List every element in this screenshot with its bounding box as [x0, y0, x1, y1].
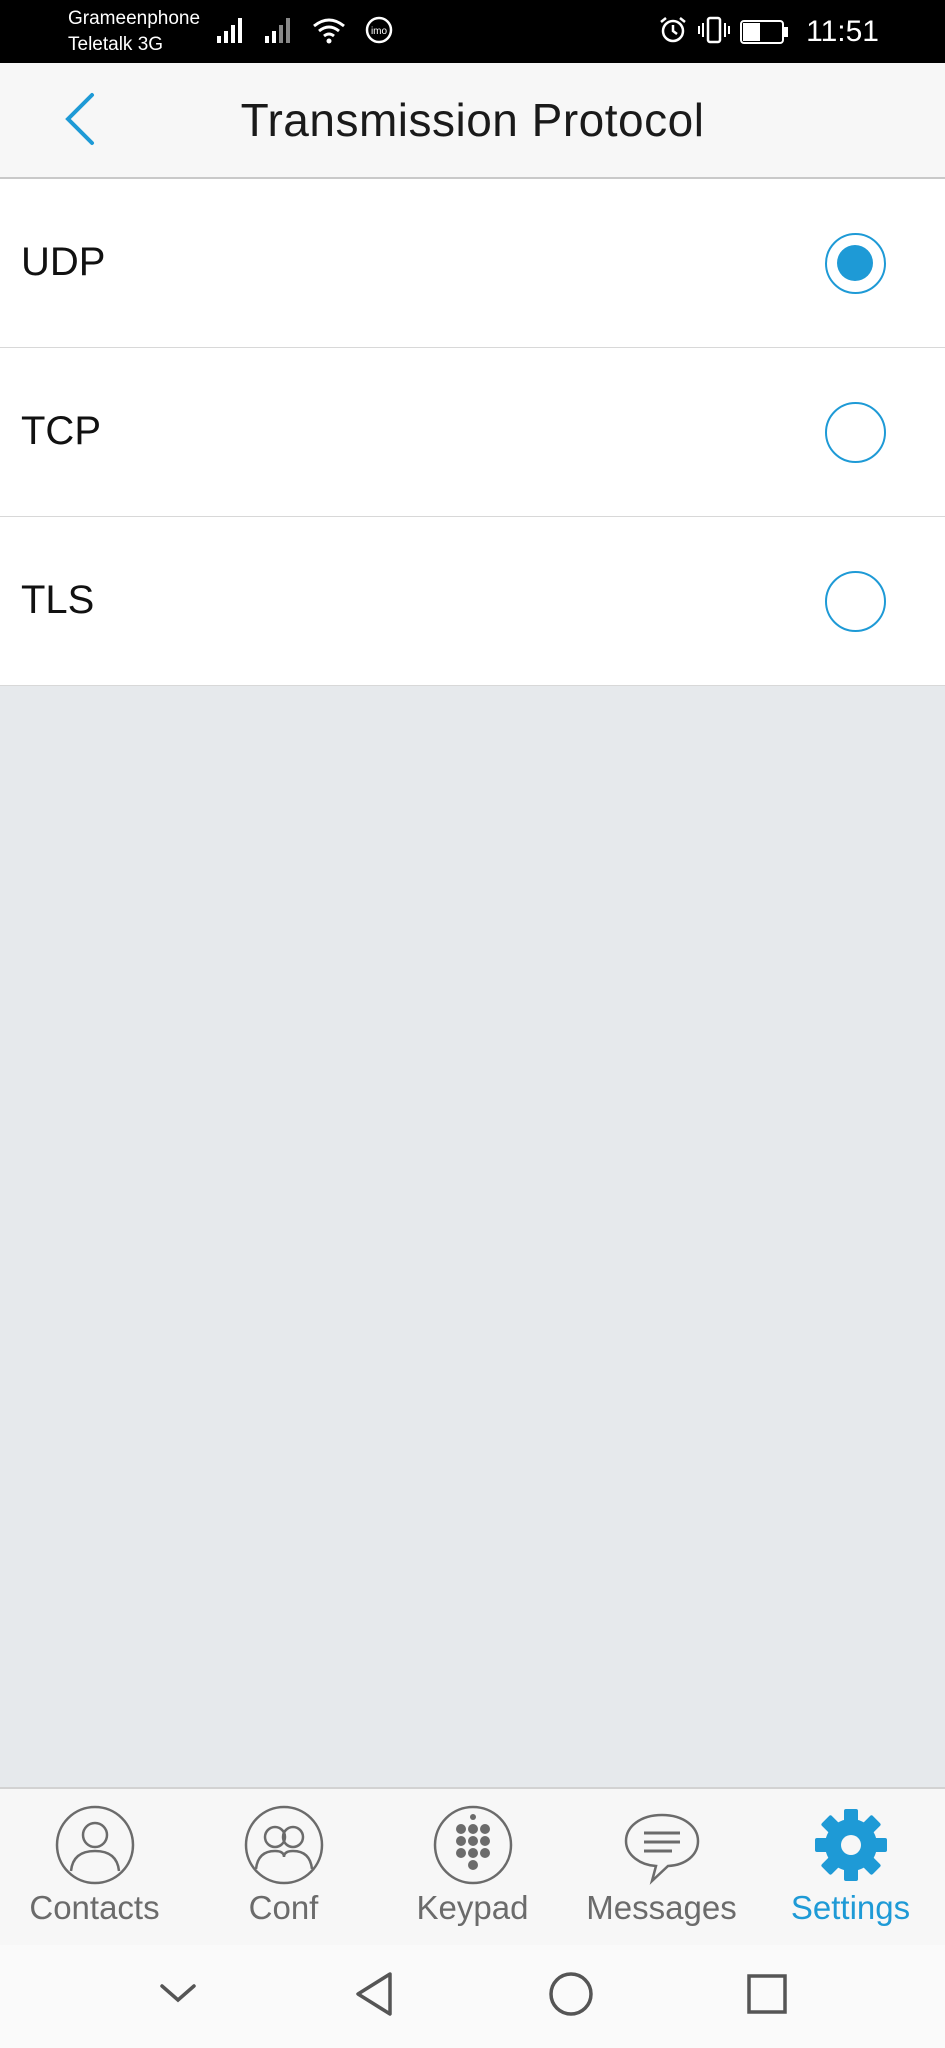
conference-icon: [244, 1805, 324, 1885]
vibrate-icon: [698, 15, 731, 50]
tab-keypad[interactable]: Keypad: [378, 1789, 567, 1945]
nav-back-button[interactable]: [344, 1967, 404, 2027]
radio-button[interactable]: [825, 571, 886, 632]
tab-conf[interactable]: Conf: [189, 1789, 378, 1945]
tab-label: Messages: [586, 1889, 737, 1926]
option-udp[interactable]: UDP: [0, 179, 945, 348]
page-title: Transmission Protocol: [240, 94, 705, 146]
tab-settings[interactable]: Settings: [756, 1789, 945, 1945]
collapse-button[interactable]: [148, 1967, 208, 2027]
square-recents-icon: [745, 1972, 789, 2021]
wifi-icon: [312, 16, 346, 49]
carrier-info: Grameenphone Teletalk 3G: [68, 6, 200, 58]
chevron-down-icon: [158, 1982, 198, 2011]
keypad-icon: [433, 1805, 513, 1885]
tab-messages[interactable]: Messages: [567, 1789, 756, 1945]
gear-icon: [811, 1805, 891, 1885]
status-icons-left: imo: [216, 14, 394, 50]
header: Transmission Protocol: [0, 63, 945, 179]
status-bar: Grameenphone Teletalk 3G imo 41 11:51: [0, 0, 945, 63]
battery-icon: 41: [740, 19, 790, 45]
tab-label: Keypad: [416, 1889, 529, 1926]
tab-label: Conf: [248, 1889, 319, 1926]
tab-label: Settings: [790, 1889, 911, 1926]
bottom-tab-bar: Contacts Conf Keypad Messages Settings: [0, 1787, 945, 1945]
battery-level: 41: [753, 21, 773, 40]
system-nav-bar: [0, 1945, 945, 2048]
nav-recents-button[interactable]: [737, 1967, 797, 2027]
signal-icon: [216, 16, 246, 49]
option-label: TCP: [21, 409, 101, 453]
tab-label: Contacts: [29, 1889, 160, 1926]
clock: 11:51: [806, 15, 879, 48]
option-tls[interactable]: TLS: [0, 517, 945, 686]
signal-icon: [264, 16, 294, 49]
protocol-list: UDP TCP TLS: [0, 179, 945, 686]
carrier-2: Teletalk 3G: [68, 34, 164, 55]
status-icons-right: 41 11:51: [658, 12, 879, 52]
messages-icon: [622, 1805, 702, 1885]
contacts-icon: [55, 1805, 135, 1885]
option-label: TLS: [21, 578, 95, 622]
option-tcp[interactable]: TCP: [0, 348, 945, 517]
svg-text:imo: imo: [371, 26, 388, 37]
circle-home-icon: [547, 1970, 595, 2023]
option-label: UDP: [21, 240, 106, 284]
imo-icon: imo: [364, 15, 394, 50]
nav-home-button[interactable]: [541, 1967, 601, 2027]
carrier-1: Grameenphone: [68, 8, 201, 29]
alarm-icon: [658, 15, 688, 50]
radio-button[interactable]: [825, 402, 886, 463]
tab-contacts[interactable]: Contacts: [0, 1789, 189, 1945]
triangle-back-icon: [352, 1970, 396, 2023]
radio-button-selected[interactable]: [825, 233, 886, 294]
